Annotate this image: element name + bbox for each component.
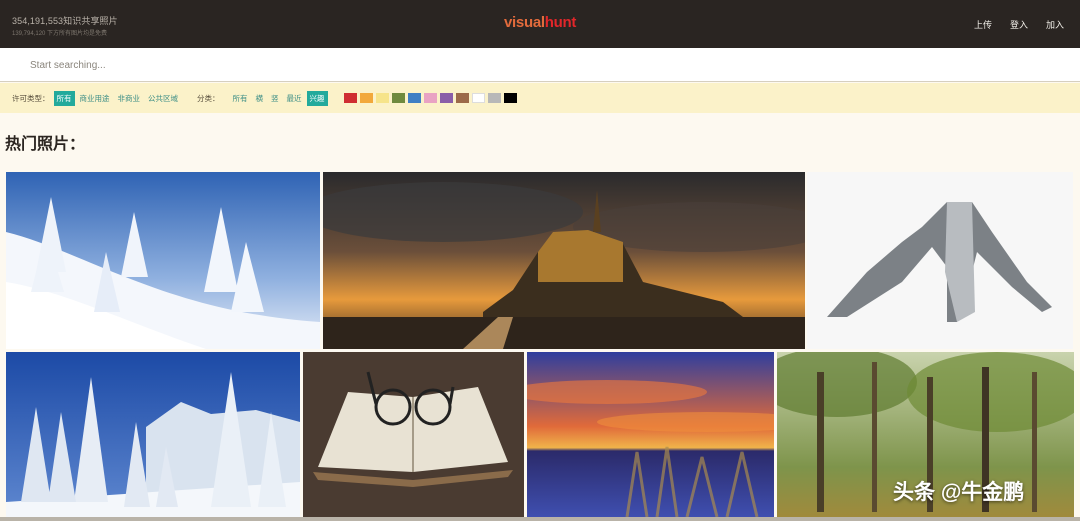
license-label: 许可类型： (12, 93, 50, 103)
color-swatch-blue[interactable] (407, 93, 421, 103)
category-option-all[interactable]: 所有 (230, 91, 251, 106)
top-nav: 上传 登入 加入 (974, 18, 1064, 31)
color-swatch-black[interactable] (503, 93, 517, 103)
color-swatch-gray[interactable] (487, 93, 501, 103)
category-label: 分类： (197, 93, 220, 103)
photo-book-glasses[interactable] (303, 352, 524, 517)
section-title: 热门照片： (5, 136, 86, 153)
color-swatch-red[interactable] (343, 93, 357, 103)
color-swatch-brown[interactable] (455, 93, 469, 103)
color-swatches (343, 93, 517, 103)
license-option-noncommercial[interactable]: 非商业 (115, 91, 144, 106)
logo[interactable]: visualhunt (504, 14, 576, 31)
color-swatch-green[interactable] (391, 93, 405, 103)
photo-dancer[interactable] (807, 172, 1073, 349)
color-swatch-orange[interactable] (359, 93, 373, 103)
logo-part-visual: visual (504, 14, 545, 31)
watermark: 头条 @牛金鹏 (893, 481, 1025, 504)
color-swatch-purple[interactable] (439, 93, 453, 103)
search-bar (0, 48, 1080, 82)
top-bar: 354,191,553知识共享照片 139,794,120 下方所有图片均是免费… (0, 0, 1080, 48)
upload-link[interactable]: 上传 (974, 18, 992, 31)
photo-count: 354,191,553知识共享照片 (12, 16, 118, 26)
photo-castle-sunset[interactable] (323, 172, 805, 349)
search-input[interactable] (30, 56, 630, 74)
photo-snow-forest[interactable] (6, 352, 300, 517)
next-row-strip (0, 517, 1080, 521)
category-option-landscape[interactable]: 横 (253, 91, 267, 106)
logo-part-hunt: hunt (544, 14, 577, 31)
login-link[interactable]: 登入 (1010, 18, 1028, 31)
color-swatch-pink[interactable] (423, 93, 437, 103)
category-option-recent[interactable]: 最近 (284, 91, 305, 106)
filter-bar: 许可类型： 所有 商业用途 非商业 公共区域 分类： 所有 横 竖 最近 兴趣 (0, 83, 1080, 113)
license-option-public-domain[interactable]: 公共区域 (145, 91, 181, 106)
license-option-commercial[interactable]: 商业用途 (77, 91, 113, 106)
category-option-portrait[interactable]: 竖 (268, 91, 282, 106)
color-swatch-white[interactable] (471, 93, 485, 103)
color-swatch-yellow[interactable] (375, 93, 389, 103)
license-option-all[interactable]: 所有 (53, 90, 75, 106)
stats-block: 354,191,553知识共享照片 139,794,120 下方所有图片均是免费 (12, 14, 118, 37)
photo-lake-sunset[interactable] (527, 352, 774, 517)
category-option-interest[interactable]: 兴趣 (306, 90, 328, 106)
photo-snowy-slope[interactable] (6, 172, 320, 349)
join-link[interactable]: 加入 (1046, 18, 1064, 31)
photo-count-sub: 139,794,120 下方所有图片均是免费 (12, 31, 108, 37)
